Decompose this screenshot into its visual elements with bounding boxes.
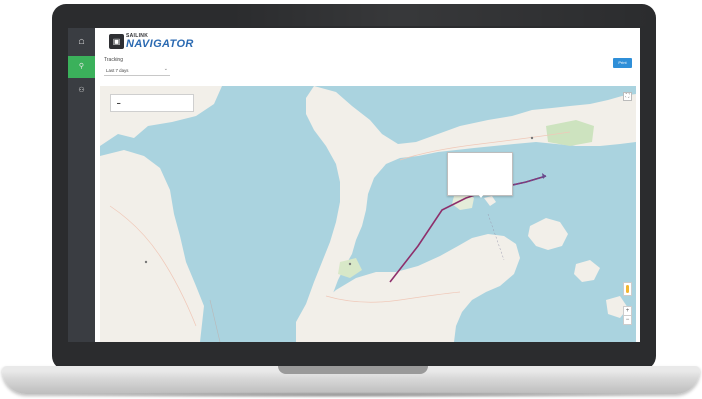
popup-pointer xyxy=(478,194,484,198)
chevron-down-icon: ⌄ xyxy=(163,66,168,72)
island-east xyxy=(528,218,568,250)
legend-swatch-icon: ▬ xyxy=(117,101,121,105)
landmass-borneo xyxy=(100,150,204,342)
sidebar-item-users[interactable]: ⚇ xyxy=(68,80,95,102)
town-marker xyxy=(530,136,534,140)
laptop-mockup: ☖ ⚲ ⚇ ▣ SAILINK NAVIGATOR Tracking Last … xyxy=(0,0,702,399)
town-marker xyxy=(348,262,352,266)
laptop-base xyxy=(2,366,700,394)
laptop-shadow xyxy=(30,392,672,398)
dashboard-icon: ☖ xyxy=(78,39,85,46)
vessel-heading-arrow xyxy=(542,173,546,179)
map-canvas xyxy=(100,86,636,342)
app-header: ▣ SAILINK NAVIGATOR xyxy=(95,28,640,58)
logo-icon: ▣ xyxy=(109,34,124,49)
map-legend: ▬ xyxy=(110,94,194,112)
zoom-out-button[interactable]: − xyxy=(623,315,632,325)
page-title: Tracking xyxy=(104,57,123,63)
street-view-pegman-icon[interactable] xyxy=(623,282,632,296)
base-notch xyxy=(278,366,428,374)
town-marker xyxy=(144,260,148,264)
road xyxy=(209,299,221,342)
sidebar-item-dashboard[interactable]: ☖ xyxy=(68,32,95,54)
app-sidebar: ☖ ⚲ ⚇ xyxy=(68,28,95,342)
vessel-info-popup xyxy=(447,152,513,196)
date-range-value: Last 7 days xyxy=(106,68,129,73)
sidebar-item-tracking[interactable]: ⚲ xyxy=(68,56,95,78)
island-bay-2 xyxy=(484,196,496,206)
laptop-screen: ☖ ⚲ ⚇ ▣ SAILINK NAVIGATOR Tracking Last … xyxy=(68,28,640,342)
tracking-map[interactable]: ▬ ⛶ + − xyxy=(100,86,636,342)
print-button[interactable]: Print xyxy=(613,58,632,68)
lid-reflection xyxy=(230,4,656,26)
date-range-select[interactable]: Last 7 days ⌄ xyxy=(104,66,170,76)
location-pin-icon: ⚲ xyxy=(78,63,85,70)
user-icon: ⚇ xyxy=(78,87,85,94)
logo-product-name: NAVIGATOR xyxy=(126,38,194,50)
fullscreen-icon[interactable]: ⛶ xyxy=(623,92,632,101)
island-east-2 xyxy=(574,260,600,282)
